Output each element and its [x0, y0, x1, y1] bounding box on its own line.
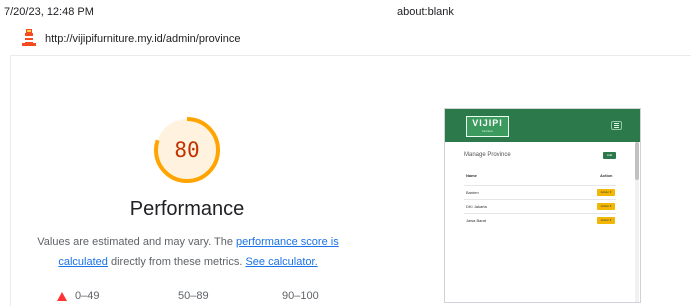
thumb-add-button: Add [603, 152, 616, 159]
thumb-logo-text: VIJIPI [472, 118, 503, 128]
legend-pass-range: 90–100 [282, 290, 319, 302]
thumb-table-row: DKI Jakarta Action ▾ [464, 199, 616, 213]
thumb-row-name: Jawa Barat [466, 218, 487, 223]
performance-description: Values are estimated and may vary. The p… [30, 232, 346, 272]
legend-average: 50–89 [178, 290, 209, 302]
thumb-table-row: Jawa Barat Action ▾ [464, 213, 616, 227]
print-datetime: 7/20/23, 12:48 PM [4, 6, 94, 18]
thumb-row-action: Action ▾ [597, 217, 615, 224]
thumb-row-action: Action ▾ [597, 189, 615, 196]
left-border [10, 56, 11, 306]
header-divider [10, 55, 691, 56]
print-page-title: about:blank [397, 6, 454, 18]
thumb-heading: Manage Province [464, 152, 511, 158]
legend-fail: 0–49 [57, 290, 99, 302]
thumb-col-name: Name [466, 173, 477, 178]
hamburger-icon [611, 121, 622, 130]
thumb-logo-subtitle: furniture [481, 129, 493, 133]
thumb-navbar: VIJIPI furniture [445, 109, 640, 142]
final-screenshot[interactable]: VIJIPI furniture Manage Province Add Nam… [444, 108, 641, 303]
see-calculator-link[interactable]: See calculator. [245, 256, 317, 268]
legend-pass: 90–100 [282, 290, 319, 302]
thumb-table-row: Banten Action ▾ [464, 185, 616, 199]
legend-average-range: 50–89 [178, 290, 209, 302]
thumb-row-name: Banten [466, 190, 479, 195]
lighthouse-icon [22, 28, 36, 51]
triangle-icon [57, 291, 67, 301]
performance-score: 80 [174, 138, 200, 162]
thumb-row-action: Action ▾ [597, 203, 615, 210]
print-header: 7/20/23, 12:48 PM about:blank [0, 0, 691, 22]
thumb-scrollbar [635, 142, 639, 302]
description-prefix: Values are estimated and may vary. The [37, 236, 236, 248]
performance-gauge: 80 [151, 114, 223, 186]
performance-title: Performance [129, 198, 245, 220]
page-url[interactable]: http://vijipifurniture.my.id/admin/provi… [45, 33, 240, 45]
thumb-row-name: DKI Jakarta [466, 204, 487, 209]
description-middle: directly from these metrics. [107, 256, 246, 268]
report-url-bar: http://vijipifurniture.my.id/admin/provi… [22, 28, 240, 51]
thumb-logo: VIJIPI furniture [466, 116, 509, 137]
thumb-col-action: Action [600, 173, 613, 178]
legend-fail-range: 0–49 [75, 290, 100, 302]
